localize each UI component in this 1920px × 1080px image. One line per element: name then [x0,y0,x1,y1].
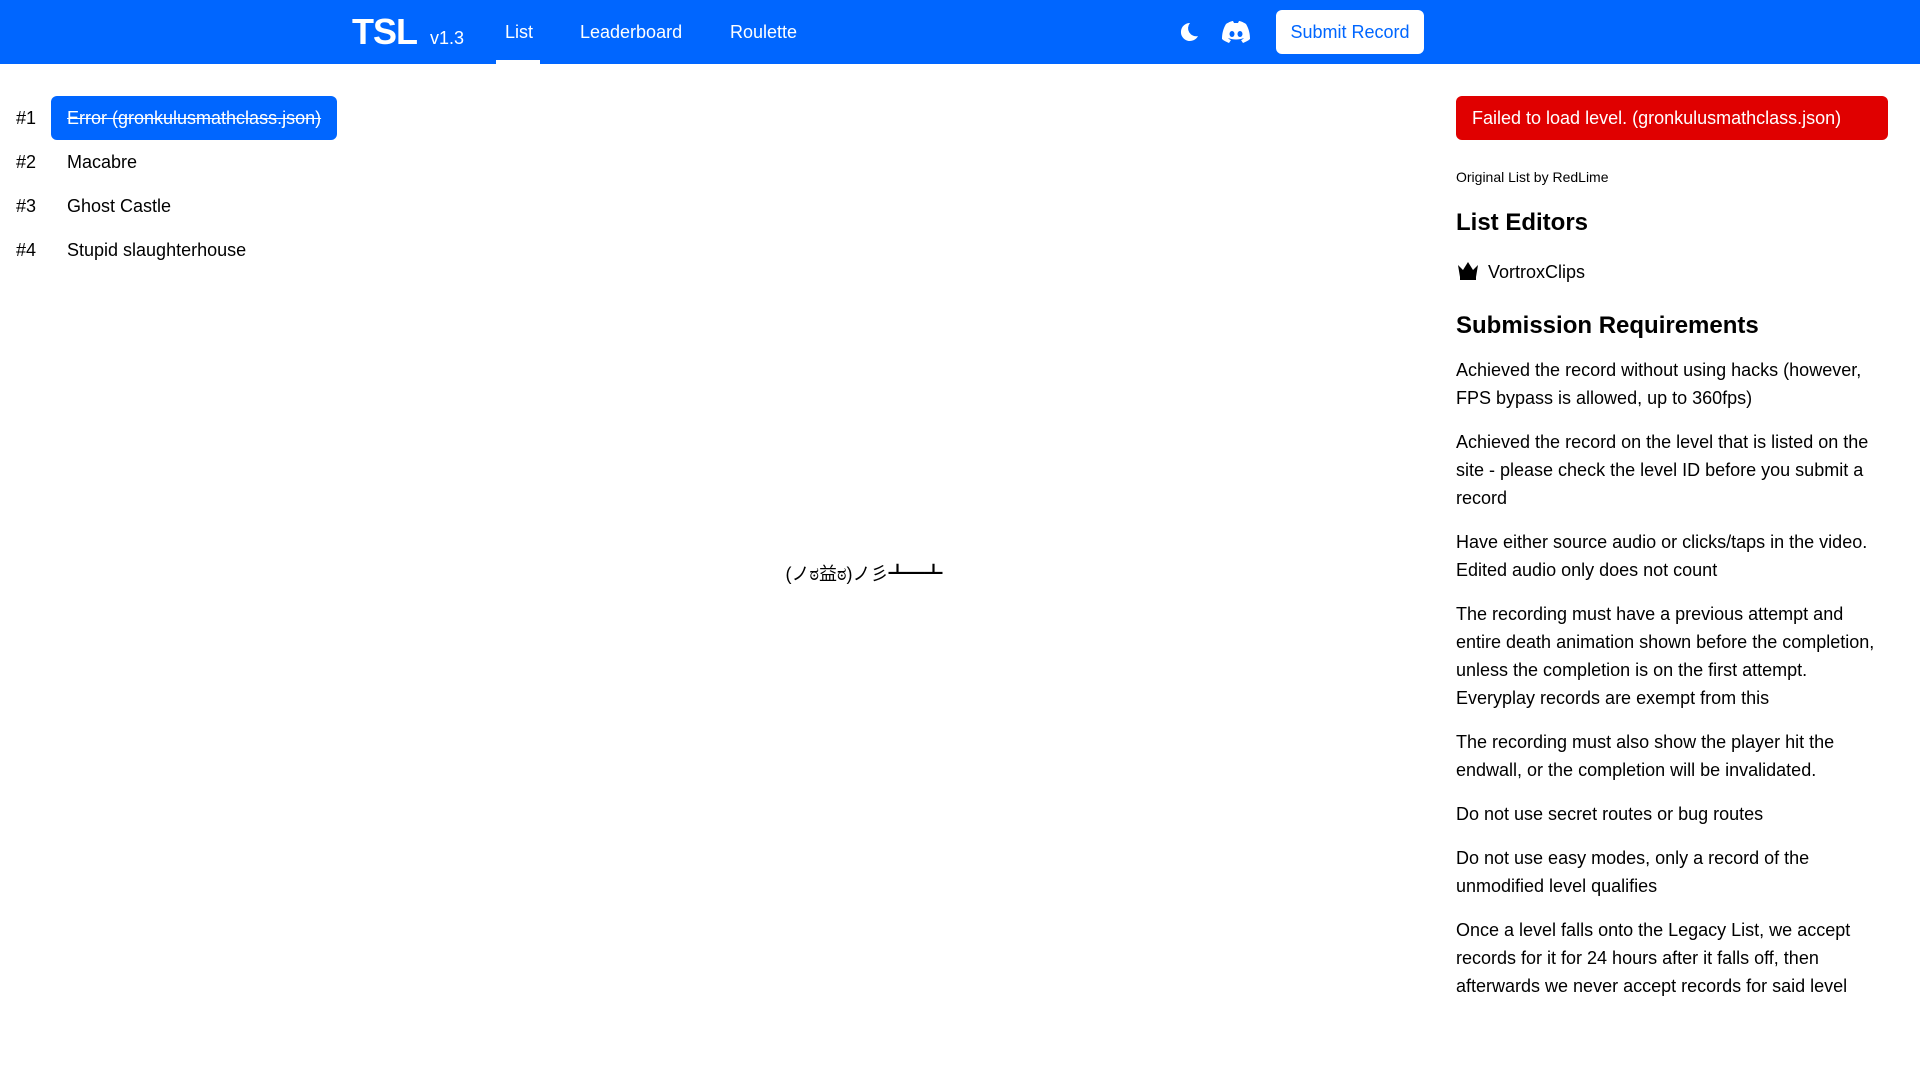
requirement: Do not use secret routes or bug routes [1456,804,1764,824]
rank: #3 [16,195,37,216]
requirement: The recording must have a previous attem… [1456,604,1875,708]
list-item[interactable]: #3 Ghost Castle [16,184,187,228]
crown-icon [1456,260,1480,285]
requirement: Have either source audio or clicks/taps … [1456,532,1868,580]
requirement: Achieved the record on the level that is… [1456,432,1869,508]
original-list-credit: Original List by RedLime [1456,169,1609,185]
list-item[interactable]: #1 Error (gronkulusmathclass.json) [16,96,338,140]
level-name[interactable]: Error (gronkulusmathclass.json) [51,96,338,140]
active-tab-indicator [496,60,540,64]
logo[interactable]: TSL [352,11,418,53]
requirement: The recording must also show the player … [1456,732,1835,780]
level-name[interactable]: Macabre [51,140,153,184]
sidebar: Failed to load level. (gronkulusmathclas… [1456,96,1888,1000]
error-banner: Failed to load level. (gronkulusmathclas… [1456,96,1888,140]
editor-name[interactable]: VortroxClips [1488,262,1585,283]
requirement: Do not use easy modes, only a record of … [1456,848,1810,896]
error-face: (ノಠ益ಠ)ノ彡┻━┻ [785,564,943,584]
version-label: v1.3 [430,28,465,48]
top-nav: TSL v1.3 List Leaderboard Roulette Submi… [0,0,1920,64]
rank: #1 [16,107,37,128]
moon-icon[interactable] [1176,18,1206,46]
rank: #4 [16,239,37,260]
tab-leaderboard[interactable]: Leaderboard [580,22,682,43]
editor-item: VortroxClips [1456,260,1888,285]
list-item[interactable]: #2 Macabre [16,140,153,184]
level-name[interactable]: Stupid slaughterhouse [51,228,262,272]
list-item[interactable]: #4 Stupid slaughterhouse [16,228,262,272]
tab-roulette[interactable]: Roulette [730,22,797,43]
discord-icon[interactable] [1220,18,1250,46]
requirement: Once a level falls onto the Legacy List,… [1456,920,1851,996]
rank: #2 [16,151,37,172]
requirements-heading: Submission Requirements [1456,312,1759,339]
level-name[interactable]: Ghost Castle [51,184,187,228]
tab-list[interactable]: List [505,22,533,43]
submit-record-button[interactable]: Submit Record [1276,10,1424,54]
editors-heading: List Editors [1456,209,1589,236]
requirement: Achieved the record without using hacks … [1456,360,1862,408]
requirements-list: Achieved the record without using hacks … [1456,356,1888,1000]
